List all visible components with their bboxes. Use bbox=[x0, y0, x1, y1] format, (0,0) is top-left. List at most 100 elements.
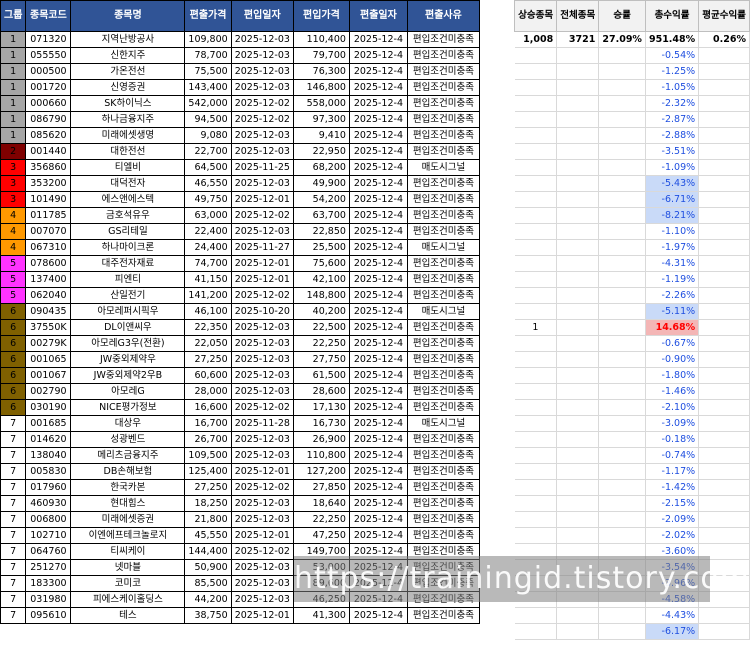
empty-cell[interactable] bbox=[698, 175, 750, 192]
group-cell[interactable]: 1 bbox=[0, 95, 27, 112]
up-flag-cell[interactable] bbox=[514, 415, 558, 432]
up-flag-cell[interactable] bbox=[514, 303, 558, 320]
empty-cell[interactable] bbox=[698, 95, 750, 112]
up-flag-cell[interactable] bbox=[514, 447, 558, 464]
group-cell[interactable]: 4 bbox=[0, 207, 27, 224]
out-date-cell[interactable]: 2025-12-4 bbox=[348, 271, 408, 288]
name-cell[interactable]: JW중외제약우 bbox=[70, 351, 186, 368]
in-date-cell[interactable]: 2025-12-03 bbox=[230, 575, 294, 592]
out-date-cell[interactable]: 2025-12-4 bbox=[348, 191, 408, 208]
return-cell[interactable]: -1.09% bbox=[645, 159, 700, 176]
empty-cell[interactable] bbox=[556, 623, 600, 640]
in-date-cell[interactable]: 2025-12-03 bbox=[230, 495, 294, 512]
in-price-cell[interactable]: 22,700 bbox=[184, 143, 232, 160]
code-cell[interactable]: 055550 bbox=[25, 47, 72, 64]
in-date-cell[interactable]: 2025-11-28 bbox=[230, 415, 294, 432]
empty-cell[interactable] bbox=[556, 223, 600, 240]
reason-cell[interactable]: 편입조건미충족 bbox=[406, 143, 480, 160]
empty-cell[interactable] bbox=[698, 47, 750, 64]
name-cell[interactable]: 현대힘스 bbox=[70, 495, 186, 512]
code-cell[interactable]: 031980 bbox=[25, 591, 72, 608]
up-flag-cell[interactable] bbox=[514, 431, 558, 448]
empty-cell[interactable] bbox=[698, 271, 750, 288]
reason-cell[interactable]: 편입조건미충족 bbox=[406, 607, 480, 624]
in-price-cell[interactable]: 27,250 bbox=[184, 479, 232, 496]
header-out-date[interactable]: 편출일자 bbox=[348, 0, 408, 32]
name-cell[interactable]: DB손해보험 bbox=[70, 463, 186, 480]
group-cell[interactable]: 3 bbox=[0, 191, 27, 208]
code-cell[interactable]: 001067 bbox=[25, 367, 72, 384]
in-price-cell[interactable]: 144,400 bbox=[184, 543, 232, 560]
reason-cell[interactable]: 편입조건미충족 bbox=[406, 463, 480, 480]
return-cell[interactable]: -4.31% bbox=[645, 255, 700, 272]
in-date-cell[interactable]: 2025-12-03 bbox=[230, 47, 294, 64]
code-cell[interactable]: 095610 bbox=[25, 607, 72, 624]
empty-cell[interactable] bbox=[598, 111, 646, 128]
reason-cell[interactable]: 편입조건미충족 bbox=[406, 255, 480, 272]
in-date-cell[interactable]: 2025-12-01 bbox=[230, 607, 294, 624]
up-flag-cell[interactable] bbox=[514, 95, 558, 112]
empty-cell[interactable] bbox=[698, 63, 750, 80]
in-price-cell[interactable]: 75,500 bbox=[184, 63, 232, 80]
return-cell[interactable]: 14.68% bbox=[645, 319, 700, 336]
empty-cell[interactable] bbox=[598, 511, 646, 528]
reason-cell[interactable]: 편입조건미충족 bbox=[406, 447, 480, 464]
code-cell[interactable]: 002790 bbox=[25, 383, 72, 400]
header-in-date[interactable]: 편입일자 bbox=[230, 0, 294, 32]
buy-price-cell[interactable]: 25,500 bbox=[292, 239, 350, 256]
up-flag-cell[interactable] bbox=[514, 111, 558, 128]
out-date-cell[interactable]: 2025-12-4 bbox=[348, 63, 408, 80]
empty-cell[interactable] bbox=[598, 463, 646, 480]
empty-cell[interactable] bbox=[556, 511, 600, 528]
empty-cell[interactable] bbox=[698, 527, 750, 544]
reason-cell[interactable]: 편입조건미충족 bbox=[406, 351, 480, 368]
group-cell[interactable]: 1 bbox=[0, 63, 27, 80]
reason-cell[interactable]: 편입조건미충족 bbox=[406, 399, 480, 416]
buy-price-cell[interactable]: 110,800 bbox=[292, 447, 350, 464]
empty-cell[interactable] bbox=[556, 255, 600, 272]
out-date-cell[interactable]: 2025-12-4 bbox=[348, 415, 408, 432]
stats-value-up[interactable]: 1,008 bbox=[514, 31, 558, 48]
in-price-cell[interactable]: 74,700 bbox=[184, 255, 232, 272]
group-cell[interactable]: 5 bbox=[0, 287, 27, 304]
in-date-cell[interactable]: 2025-12-01 bbox=[230, 271, 294, 288]
empty-cell[interactable] bbox=[598, 143, 646, 160]
return-cell[interactable]: -6.17% bbox=[645, 623, 700, 640]
buy-price-cell[interactable]: 148,800 bbox=[292, 287, 350, 304]
empty-cell[interactable] bbox=[598, 255, 646, 272]
empty-cell[interactable] bbox=[556, 191, 600, 208]
in-date-cell[interactable]: 2025-12-03 bbox=[230, 31, 294, 48]
reason-cell[interactable]: 편입조건미충족 bbox=[406, 175, 480, 192]
empty-cell[interactable] bbox=[556, 175, 600, 192]
empty-cell[interactable] bbox=[698, 143, 750, 160]
name-cell[interactable]: 대주전자재료 bbox=[70, 255, 186, 272]
return-cell[interactable]: -0.54% bbox=[645, 47, 700, 64]
in-price-cell[interactable]: 78,700 bbox=[184, 47, 232, 64]
in-date-cell[interactable]: 2025-12-02 bbox=[230, 111, 294, 128]
empty-cell[interactable] bbox=[556, 431, 600, 448]
empty-cell[interactable] bbox=[598, 415, 646, 432]
out-date-cell[interactable]: 2025-12-4 bbox=[348, 319, 408, 336]
return-cell[interactable]: -0.90% bbox=[645, 351, 700, 368]
empty-cell[interactable] bbox=[556, 159, 600, 176]
return-cell[interactable]: -2.15% bbox=[645, 495, 700, 512]
in-date-cell[interactable]: 2025-12-03 bbox=[230, 143, 294, 160]
name-cell[interactable]: 가온전선 bbox=[70, 63, 186, 80]
reason-cell[interactable]: 편입조건미충족 bbox=[406, 479, 480, 496]
reason-cell[interactable]: 편입조건미충족 bbox=[406, 127, 480, 144]
reason-cell[interactable]: 편입조건미충족 bbox=[406, 287, 480, 304]
reason-cell[interactable]: 편입조건미충족 bbox=[406, 431, 480, 448]
name-cell[interactable]: JW중외제약2우B bbox=[70, 367, 186, 384]
in-price-cell[interactable]: 63,000 bbox=[184, 207, 232, 224]
header-in-price[interactable]: 편출가격 bbox=[184, 0, 232, 32]
empty-cell[interactable] bbox=[556, 287, 600, 304]
name-cell[interactable]: 아모레퍼시픽우 bbox=[70, 303, 186, 320]
reason-cell[interactable]: 매도시그널 bbox=[406, 303, 480, 320]
out-date-cell[interactable]: 2025-12-4 bbox=[348, 47, 408, 64]
group-cell[interactable]: 1 bbox=[0, 31, 27, 48]
code-cell[interactable]: 353200 bbox=[25, 175, 72, 192]
empty-cell[interactable] bbox=[698, 463, 750, 480]
stats-header-winrate[interactable]: 승률 bbox=[598, 0, 646, 32]
up-flag-cell[interactable] bbox=[514, 495, 558, 512]
group-cell[interactable]: 7 bbox=[0, 527, 27, 544]
